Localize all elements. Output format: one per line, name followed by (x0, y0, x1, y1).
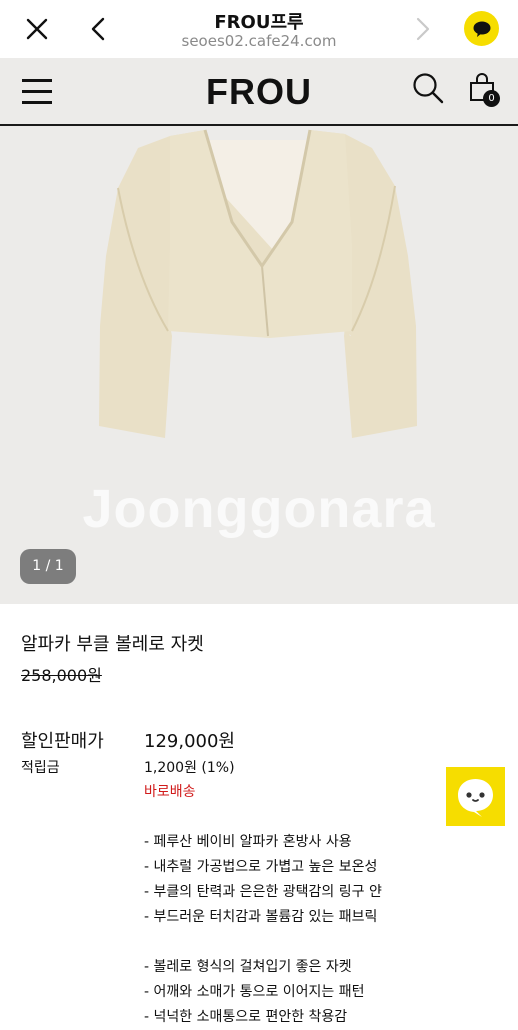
forward-icon (416, 17, 430, 41)
description-line (144, 930, 382, 955)
watermark: Joonggonara (82, 479, 436, 539)
product-name: 알파카 부클 볼레로 자켓 (21, 634, 204, 655)
description-line: - 부클의 탄력과 은은한 광택감의 링구 얀 (144, 884, 382, 900)
product-image[interactable]: Joonggonara 1 / 1 (0, 126, 518, 604)
description-line: - 페루산 베이비 알파카 혼방사 사용 (144, 834, 352, 850)
shipping-badge: 바로배송 (144, 784, 196, 800)
description-line: - 내추럴 가공법으로 가볍고 높은 보온성 (144, 859, 378, 875)
site-header: FROU 0 (0, 58, 518, 126)
description-line: - 볼레로 형식의 걸쳐입기 좋은 자켓 (144, 959, 352, 975)
kakaotalk-icon (473, 21, 490, 37)
sale-price: 129,000원 (144, 731, 235, 752)
search-button[interactable] (412, 72, 446, 106)
cart-button[interactable]: 0 (466, 72, 502, 110)
browser-toolbar: FROU프루 seoes02.cafe24.com (0, 0, 518, 58)
product-description: - 페루산 베이비 알파카 혼방사 사용 - 내추럴 가공법으로 가볍고 높은 … (144, 830, 382, 1030)
sale-price-label: 할인판매가 (21, 731, 104, 752)
search-icon (413, 73, 444, 104)
description-line: - 넉넉한 소매통으로 편안한 착용감 (144, 1009, 348, 1025)
cart-count-badge: 0 (483, 90, 500, 107)
kakaotalk-button[interactable] (464, 11, 499, 46)
points-label: 적립금 (21, 760, 60, 776)
original-price: 258,000원 (21, 666, 102, 685)
points-value: 1,200원 (1%) (144, 760, 235, 776)
forward-button[interactable] (405, 11, 441, 47)
description-line: - 어깨와 소매가 통으로 이어지는 패턴 (144, 984, 365, 1000)
image-pager: 1 / 1 (20, 549, 76, 584)
chat-button[interactable] (446, 767, 505, 826)
description-line: - 부드러운 터치감과 볼륨감 있는 패브릭 (144, 909, 378, 925)
chat-icon (458, 779, 493, 817)
